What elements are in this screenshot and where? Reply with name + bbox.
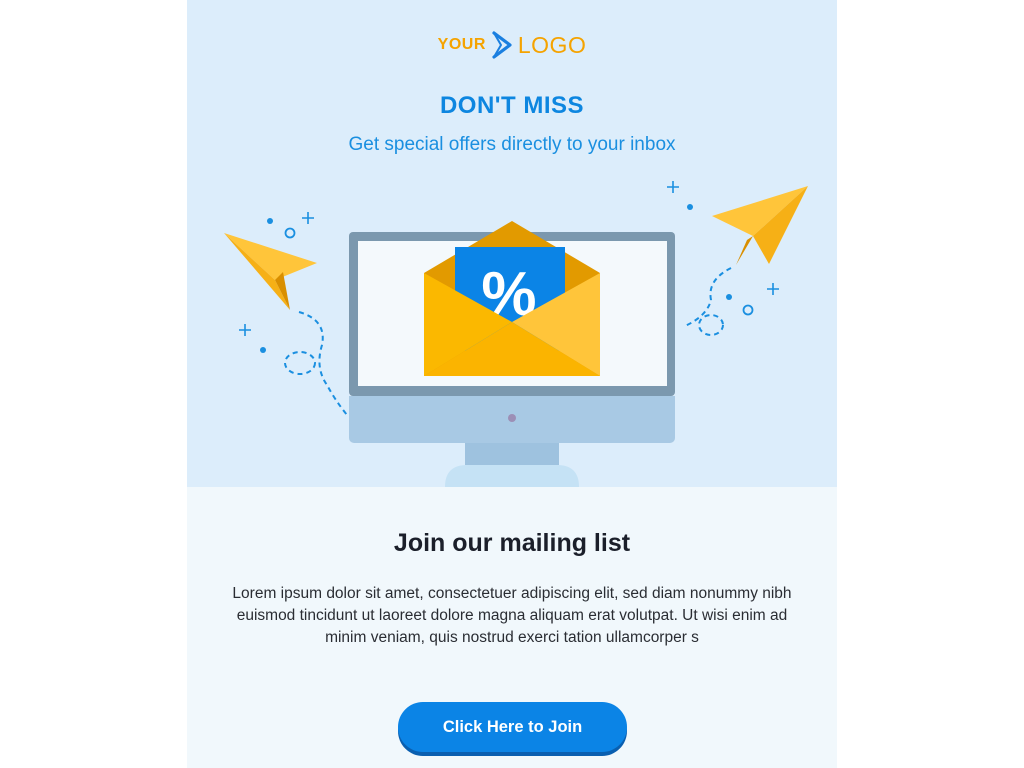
hero-headline: DON'T MISS: [439, 92, 585, 119]
logo-text-your: YOUR: [437, 36, 486, 53]
logo-text-logo: LOGO: [517, 31, 587, 58]
mailing-list-description: Lorem ipsum dolor sit amet, consectetuer…: [232, 585, 792, 646]
hero-subheadline: Get special offers directly to your inbo…: [348, 134, 676, 155]
newsletter-illustration: %: [224, 181, 808, 487]
hero-section: YOUR LOGO DON'T MISS Get special offers …: [187, 0, 837, 487]
paper-plane-icon: [712, 186, 808, 265]
chevron-right-icon: [492, 31, 512, 59]
email-newsletter: YOUR LOGO DON'T MISS Get special offers …: [187, 0, 837, 768]
join-button[interactable]: Click Here to Join: [398, 702, 627, 752]
brand-logo: YOUR LOGO: [187, 28, 837, 62]
mailing-list-title: Join our mailing list: [393, 529, 631, 557]
paper-plane-icon: [224, 233, 317, 310]
